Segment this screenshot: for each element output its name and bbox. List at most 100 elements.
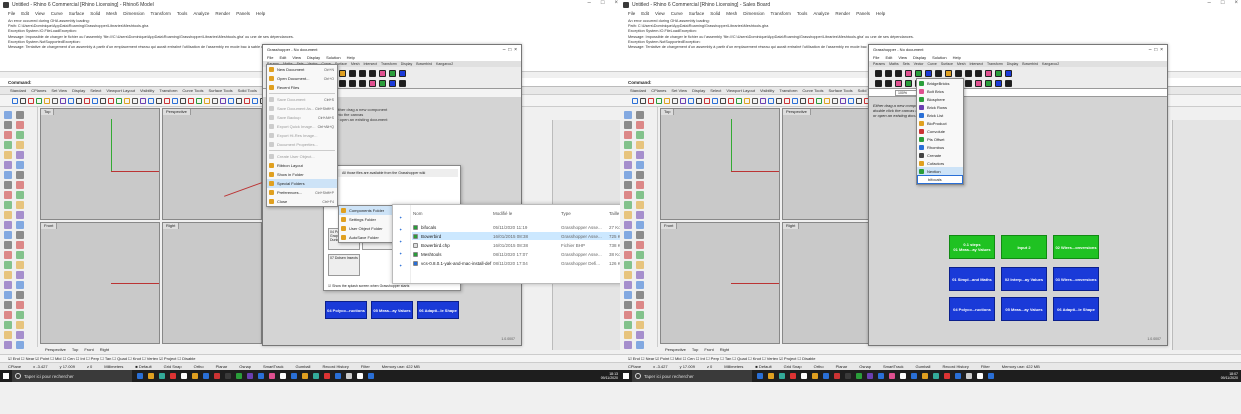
tool-icon[interactable] <box>4 251 12 259</box>
gh-component-icon[interactable] <box>875 70 882 77</box>
menu-item[interactable]: View <box>655 11 665 16</box>
taskbar-app-icon[interactable] <box>324 373 330 379</box>
search-result-item[interactable]: Cofactors <box>917 159 963 167</box>
status-item[interactable]: ■ Default <box>755 364 771 369</box>
file-menu-item[interactable]: Show in Folder <box>267 170 337 179</box>
status-item[interactable]: CPlane <box>628 364 641 369</box>
toolbar-icon[interactable] <box>156 97 162 104</box>
tool-icon[interactable] <box>4 321 12 329</box>
tool-icon[interactable] <box>16 261 24 269</box>
pin-icon[interactable]: ✦ <box>399 251 403 256</box>
search-result-item[interactable]: Rhombus <box>917 143 963 151</box>
file-menu-item[interactable]: Close Ctrl+F4 <box>267 197 337 206</box>
tool-icon[interactable] <box>624 111 632 119</box>
viewport-label[interactable]: Front <box>661 223 678 229</box>
status-item[interactable]: z 0 <box>87 364 92 369</box>
toolbar-icon[interactable] <box>752 97 758 104</box>
taskbar-search[interactable]: Taper ici pour rechercher <box>12 370 132 382</box>
toolbar-icon[interactable] <box>824 97 830 104</box>
tool-icon[interactable] <box>636 201 644 209</box>
menu-item[interactable]: Surface <box>69 11 85 16</box>
status-item[interactable]: y 17.009 <box>680 364 695 369</box>
component-search-input[interactable]: bifocals <box>917 175 963 184</box>
column-type[interactable]: Type <box>561 211 571 216</box>
tool-icon[interactable] <box>16 311 24 319</box>
tool-icon[interactable] <box>4 231 12 239</box>
viewport-tab[interactable]: Top <box>692 347 698 352</box>
toolbar-tab[interactable]: Transform <box>159 88 177 93</box>
gh-menu-item[interactable]: View <box>292 55 301 60</box>
viewport-label[interactable]: Perspective <box>163 109 191 115</box>
special-folder-item[interactable]: User Object Folder <box>339 224 393 233</box>
toolbar-tab[interactable]: Transform <box>779 88 797 93</box>
toolbar-icon[interactable] <box>760 97 766 104</box>
toolbar-icon[interactable] <box>148 97 154 104</box>
tool-icon[interactable] <box>4 191 12 199</box>
tool-icon[interactable] <box>16 111 24 119</box>
gh-component-icon[interactable] <box>925 70 932 77</box>
gh-component-icon[interactable] <box>339 80 346 87</box>
menu-item[interactable]: File <box>8 11 15 16</box>
file-menu-item[interactable]: Open Document... Ctrl+O <box>267 74 337 83</box>
toolbar-tab[interactable]: Standard <box>630 88 646 93</box>
taskbar-app-icon[interactable] <box>335 373 341 379</box>
tool-icon[interactable] <box>16 141 24 149</box>
gh-button-02[interactable]: 02 Interp...ay Values <box>1001 267 1047 291</box>
menu-item[interactable]: Transform <box>771 11 791 16</box>
tool-icon[interactable] <box>624 151 632 159</box>
toolbar-icon[interactable] <box>108 97 114 104</box>
toolbar-tab[interactable]: Select <box>90 88 101 93</box>
tool-icon[interactable] <box>624 241 632 249</box>
file-name[interactable]: bifocals <box>413 223 436 231</box>
toolbar-icon[interactable] <box>848 97 854 104</box>
tool-icon[interactable] <box>624 261 632 269</box>
taskbar-app-icon[interactable] <box>955 373 961 379</box>
gh-tab[interactable]: Display <box>1007 62 1018 66</box>
maximize-button[interactable]: □ <box>601 0 605 6</box>
menu-item[interactable]: Panels <box>856 11 870 16</box>
menu-item[interactable]: Analyze <box>193 11 209 16</box>
taskbar-app-icon[interactable] <box>768 373 774 379</box>
taskbar-app-icon[interactable] <box>368 373 374 379</box>
gh-component-icon[interactable] <box>995 70 1002 77</box>
tool-icon[interactable] <box>16 211 24 219</box>
gh-component-icon[interactable] <box>965 80 972 87</box>
toolbar-icon[interactable] <box>712 97 718 104</box>
gh-component-icon[interactable] <box>1005 80 1012 87</box>
gh-component-icon[interactable] <box>905 70 912 77</box>
tool-icon[interactable] <box>624 341 632 349</box>
taskbar-clock[interactable]: 18:13 09/11/2020 <box>601 372 618 380</box>
toolbar-tab[interactable]: CPlanes <box>31 88 46 93</box>
menu-item[interactable]: Solid <box>90 11 100 16</box>
tool-icon[interactable] <box>636 331 644 339</box>
toolbar-icon[interactable] <box>164 97 170 104</box>
viewport-top[interactable]: Top <box>40 108 160 220</box>
file-name[interactable]: vcs-0.8.0.1-yak-and-mac-install-def <box>413 259 491 267</box>
toolbar-tab[interactable]: Display <box>692 88 705 93</box>
status-item[interactable]: Grid Snap <box>784 364 802 369</box>
menu-item[interactable]: Surface <box>689 11 705 16</box>
tool-icon[interactable] <box>636 141 644 149</box>
taskbar-app-icon[interactable] <box>236 373 242 379</box>
gh-menu-item[interactable]: Edit <box>279 55 286 60</box>
tool-icon[interactable] <box>636 171 644 179</box>
gh-tab[interactable]: Surface <box>941 62 953 66</box>
taskbar-app-icon[interactable] <box>834 373 840 379</box>
menu-item[interactable]: File <box>628 11 635 16</box>
osnap-bar[interactable]: ☑ End ☐ Near ☑ Point ☐ Mid ☐ Cen ☐ Int ☐… <box>620 354 1241 362</box>
tool-icon[interactable] <box>16 201 24 209</box>
gh-button-04[interactable]: 04 Polyco...ructions <box>325 301 367 319</box>
tool-icon[interactable] <box>636 181 644 189</box>
taskbar-app-icon[interactable] <box>203 373 209 379</box>
toolbar-icon[interactable] <box>132 97 138 104</box>
file-menu-item[interactable]: Special Folders <box>267 179 337 188</box>
toolbar-tab[interactable]: Curve Tools <box>802 88 823 93</box>
tool-icon[interactable] <box>16 231 24 239</box>
toolbar-icon[interactable] <box>124 97 130 104</box>
tool-icon[interactable] <box>16 331 24 339</box>
toolbar-tab[interactable]: Curve Tools <box>182 88 203 93</box>
file-menu-item[interactable]: Save Document As... Ctrl+Shift+S <box>267 104 337 113</box>
taskbar-app-icon[interactable] <box>346 373 352 379</box>
viewport-front[interactable]: Front <box>660 222 780 344</box>
taskbar-app-icon[interactable] <box>247 373 253 379</box>
